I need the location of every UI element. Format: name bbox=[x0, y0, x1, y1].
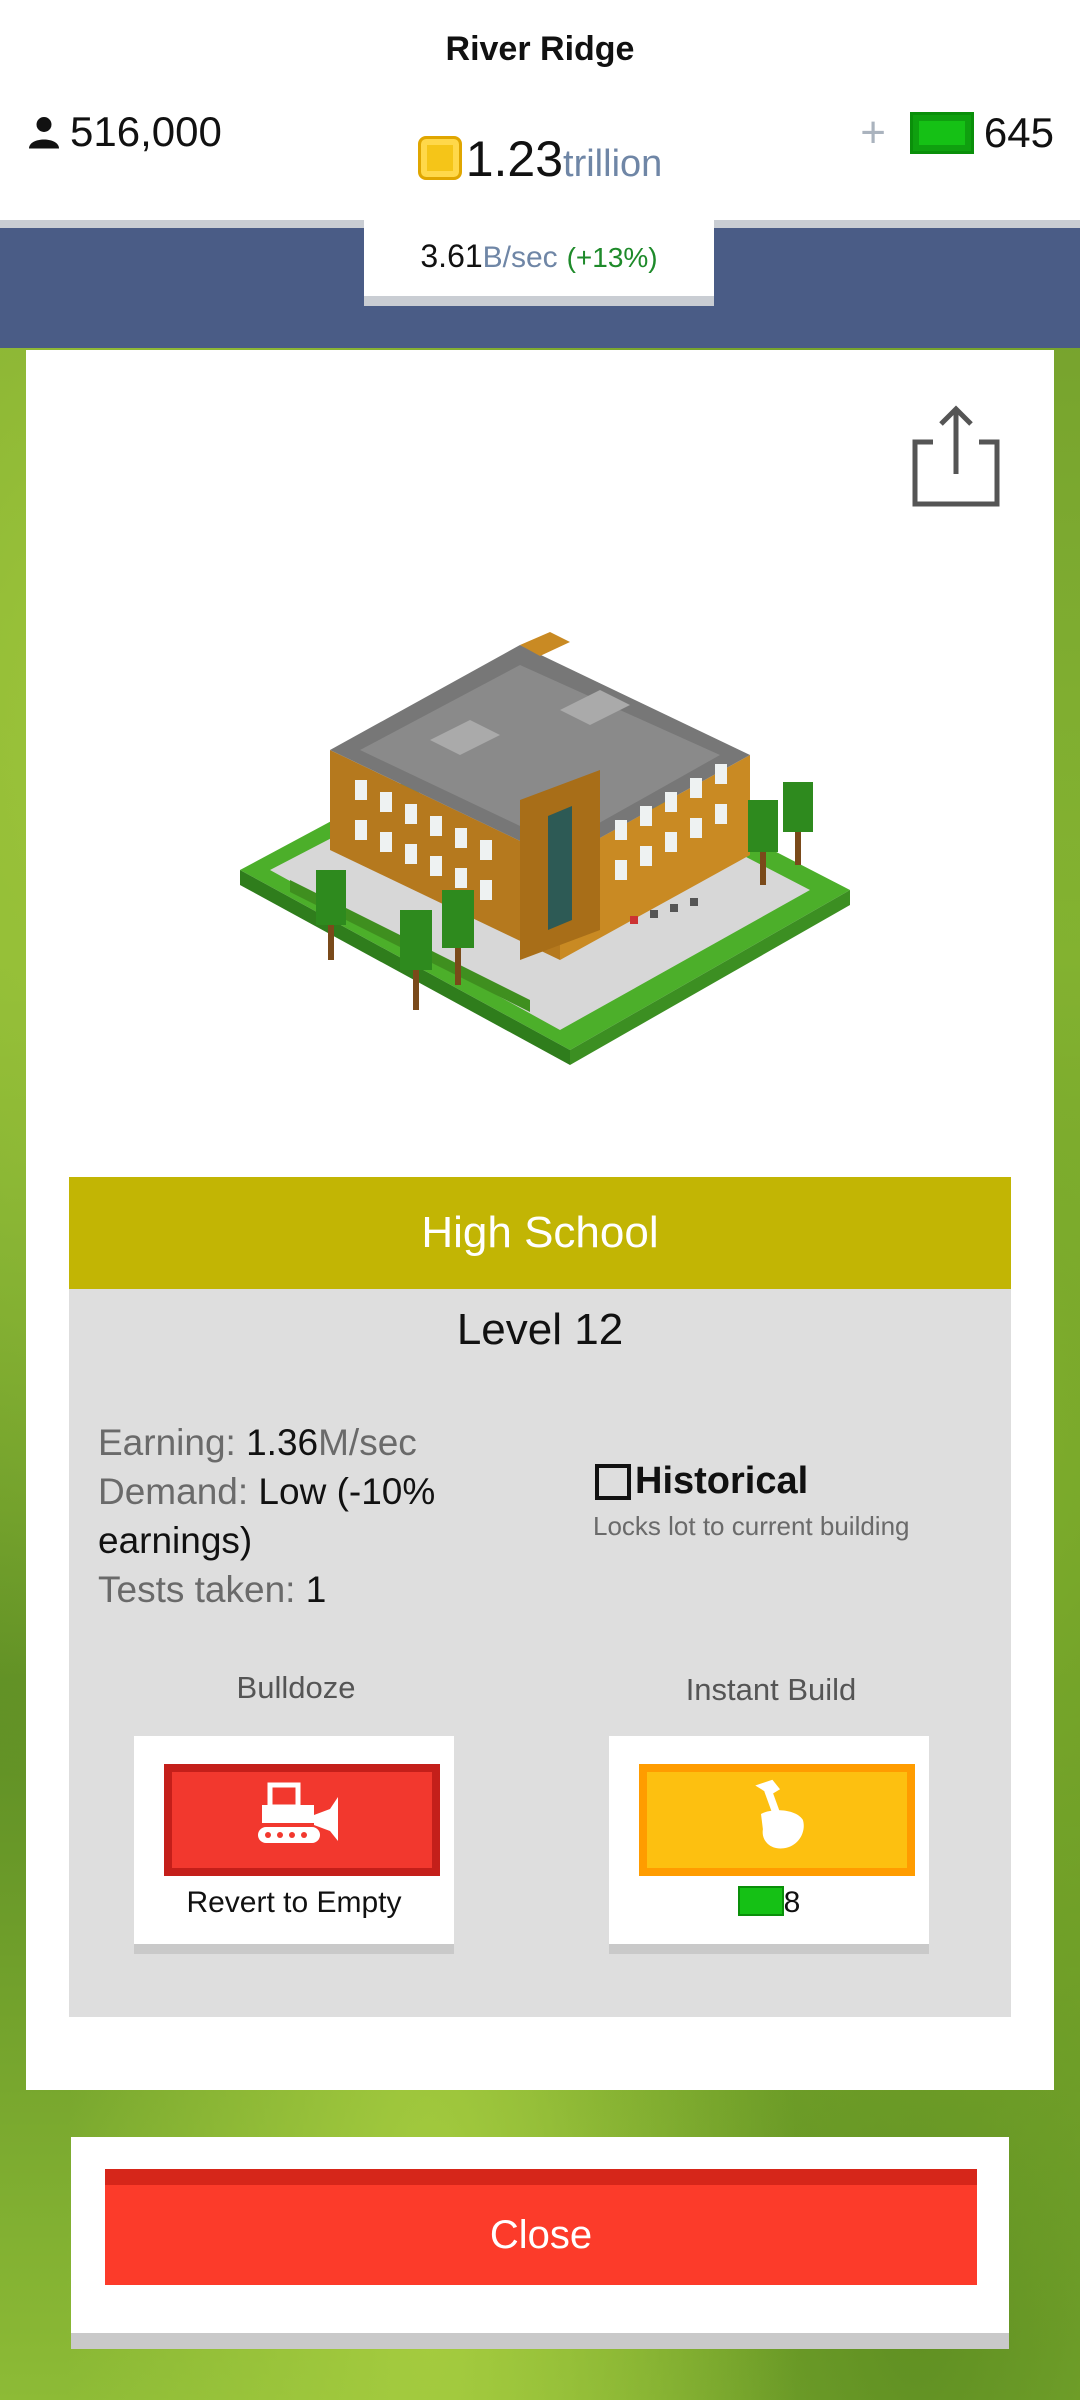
rate-unit: B/sec bbox=[482, 241, 558, 274]
instant-build-cost-value: 8 bbox=[783, 1886, 801, 1919]
instant-build-title: Instant Build bbox=[685, 1672, 857, 1707]
coins-value: 1.23 bbox=[465, 131, 564, 187]
building-level: Level 12 bbox=[456, 1305, 624, 1354]
city-name: River Ridge bbox=[445, 30, 635, 68]
cash-icon bbox=[909, 112, 974, 154]
instant-build-button[interactable]: 8 bbox=[609, 1736, 929, 1954]
income-rate-tab: 3.61B/sec (+13%) bbox=[364, 216, 714, 306]
cash-display[interactable]: + 645 bbox=[860, 108, 1054, 158]
hammer-hand-icon bbox=[755, 1779, 804, 1849]
bulldoze-caption: Revert to Empty bbox=[186, 1886, 402, 1919]
coins-unit: trillion bbox=[563, 143, 663, 185]
coin-icon bbox=[417, 136, 462, 180]
high-school-building-image bbox=[240, 632, 850, 1065]
rate-value: 3.61 bbox=[420, 238, 483, 274]
close-button-container: Close bbox=[71, 2137, 1009, 2349]
tests-row: Tests taken: 1 bbox=[98, 1565, 478, 1614]
historical-description: Locks lot to current building bbox=[593, 1511, 910, 1541]
cash-value: 645 bbox=[983, 109, 1054, 156]
earning-unit: M/sec bbox=[318, 1422, 417, 1463]
earning-value: 1.36 bbox=[246, 1422, 319, 1463]
bulldoze-title: Bulldoze bbox=[236, 1670, 356, 1705]
demand-row: Demand: Low (-10% earnings) bbox=[98, 1467, 478, 1565]
earning-row: Earning: 1.36M/sec bbox=[98, 1418, 478, 1467]
close-button[interactable]: Close bbox=[105, 2169, 977, 2285]
bulldozer-icon bbox=[258, 1782, 338, 1843]
building-stats: Earning: 1.36M/sec Demand: Low (-10% ear… bbox=[98, 1418, 478, 1614]
bulldoze-button[interactable]: Revert to Empty bbox=[134, 1736, 454, 1954]
historical-toggle[interactable]: Historical Locks lot to current building bbox=[593, 1460, 915, 1542]
demand-label: Demand: bbox=[98, 1471, 249, 1512]
top-header: River Ridge 516,000 1.23trillion + 645 bbox=[0, 0, 1080, 228]
tests-label: Tests taken: bbox=[98, 1569, 296, 1610]
bulldoze-button-face[interactable] bbox=[164, 1764, 440, 1876]
historical-label: Historical bbox=[635, 1460, 809, 1502]
historical-checkbox[interactable] bbox=[595, 1463, 631, 1500]
add-cash-button[interactable]: + bbox=[860, 108, 886, 158]
share-icon[interactable] bbox=[909, 404, 1003, 508]
rate-change: (+13%) bbox=[566, 242, 658, 273]
building-name-bar: High School bbox=[69, 1177, 1011, 1289]
tests-value: 1 bbox=[305, 1569, 327, 1610]
instant-build-button-face[interactable] bbox=[639, 1764, 915, 1876]
cash-icon bbox=[737, 1886, 784, 1916]
instant-build-cost: 8 bbox=[609, 1886, 929, 1920]
historical-row[interactable]: Historical bbox=[595, 1460, 915, 1503]
earning-label: Earning: bbox=[98, 1422, 236, 1463]
